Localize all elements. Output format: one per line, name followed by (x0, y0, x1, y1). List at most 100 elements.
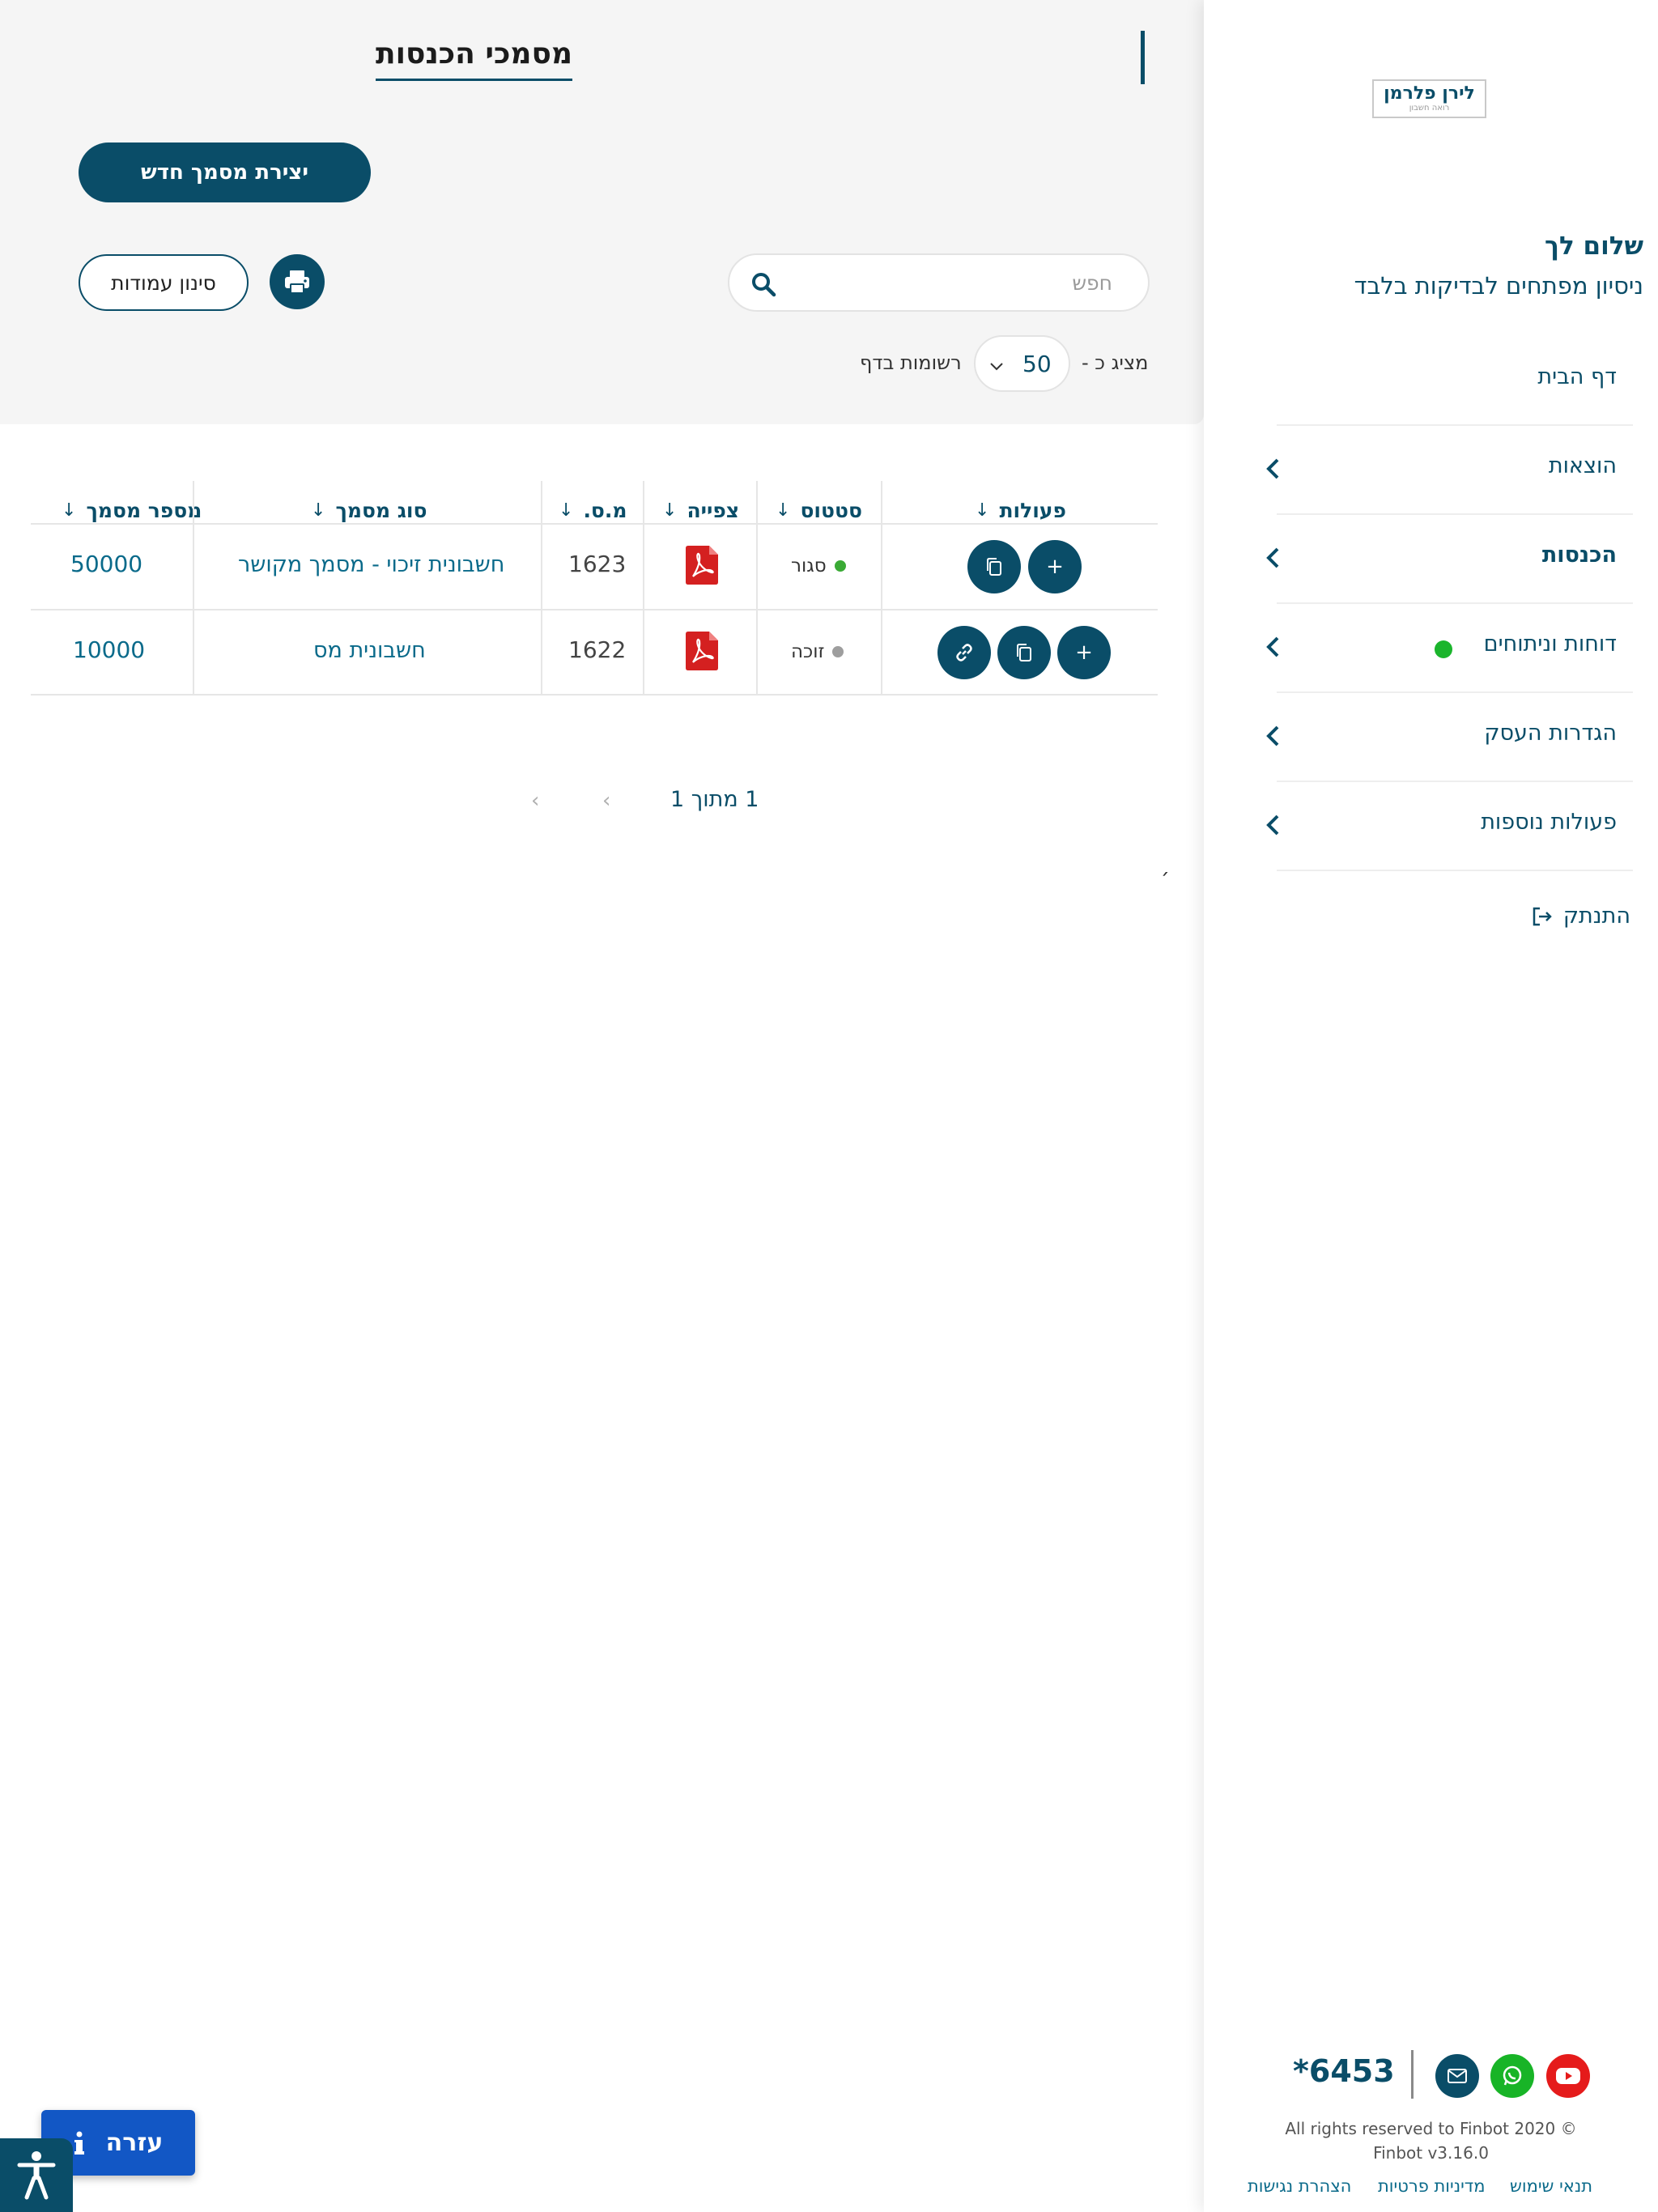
notification-dot (1435, 640, 1452, 658)
logout-icon (1533, 907, 1552, 925)
sort-arrow-icon: ↓ (776, 500, 791, 521)
search-icon (752, 273, 776, 297)
accessibility-statement-link[interactable]: הצהרת נגישות (1248, 2176, 1351, 2196)
add-button[interactable]: + (1057, 626, 1111, 679)
help-label: עזרה (105, 2129, 164, 2157)
copy-button[interactable] (997, 626, 1051, 679)
email-icon (1448, 2069, 1467, 2083)
sidebar: לירן פלרמן רואה חשבון שלום לך ניסיון מפת… (1204, 0, 1658, 2212)
search-input[interactable] (805, 266, 1112, 299)
copy-icon (1017, 644, 1031, 661)
header-doc-type-label: סוג מסמך (335, 498, 427, 522)
column-divider (643, 481, 644, 695)
column-divider (541, 481, 542, 695)
email-button[interactable] (1435, 2054, 1479, 2098)
copyright-line: All rights reserved to Finbot 2020 © (1285, 2119, 1577, 2138)
doc-number-link[interactable]: 50000 (70, 551, 142, 577)
pagination-last-icon[interactable]: ‹ (531, 789, 539, 813)
printer-icon (285, 270, 309, 294)
sidebar-item-home[interactable]: דף הבית (1277, 338, 1633, 426)
header-view[interactable]: צפייה ↓ (662, 494, 739, 526)
plus-icon: + (1046, 555, 1064, 579)
pagination-next-icon[interactable]: ‹ (602, 789, 610, 813)
header-doc-number[interactable]: מספר מסמך ↓ (62, 494, 202, 526)
youtube-icon (1556, 2068, 1580, 2084)
row-divider (31, 609, 1158, 610)
status-badge: זוכה (791, 641, 844, 662)
sidebar-item-label: פעולות נוספות (1481, 810, 1617, 835)
header-doc-number-label: מספר מסמך (86, 498, 202, 522)
chevron-left-icon (1266, 547, 1279, 568)
accessibility-button[interactable] (0, 2138, 73, 2212)
chevron-left-icon (1266, 815, 1279, 836)
ms-value: 1622 (568, 636, 627, 663)
whatsapp-button[interactable] (1490, 2054, 1534, 2098)
ms-value: 1623 (568, 551, 627, 577)
sort-arrow-icon: ↓ (662, 500, 678, 521)
accessibility-icon (17, 2150, 56, 2199)
sidebar-item-more-actions[interactable]: פעולות נוספות (1266, 784, 1633, 871)
link-icon (956, 644, 972, 661)
sort-arrow-icon: ↓ (975, 500, 990, 521)
stray-text: ׳ (1161, 865, 1170, 889)
header-actions-label: פעולות (999, 498, 1066, 522)
header-doc-type[interactable]: סוג מסמך ↓ (311, 494, 427, 526)
chevron-left-icon (1266, 458, 1279, 479)
sort-arrow-icon: ↓ (311, 500, 326, 521)
doc-number-link[interactable]: 10000 (73, 636, 145, 663)
sidebar-item-business-settings[interactable]: הגדרות העסק (1266, 695, 1633, 782)
logout-button[interactable]: התנתק (1531, 904, 1630, 929)
header-status[interactable]: סטטוס ↓ (776, 494, 862, 526)
chevron-left-icon (1266, 725, 1279, 747)
copy-button[interactable] (967, 540, 1021, 593)
search-field[interactable] (728, 253, 1150, 312)
pagesize-prefix-label: מציג כ - (1082, 351, 1149, 374)
header-divider (31, 523, 1158, 525)
youtube-button[interactable] (1546, 2054, 1590, 2098)
add-button[interactable]: + (1028, 540, 1082, 593)
pagesize-suffix-label: רשומות בדף (860, 351, 962, 374)
row-divider (31, 694, 1158, 696)
filter-columns-button[interactable]: סינון עמודות (79, 254, 249, 311)
pdf-icon[interactable] (686, 632, 718, 670)
sidebar-item-expenses[interactable]: הוצאות (1266, 428, 1633, 515)
sidebar-item-label: הכנסות (1541, 542, 1617, 568)
company-logo[interactable]: לירן פלרמן רואה חשבון (1372, 79, 1486, 118)
chevron-down-icon (990, 363, 1003, 371)
copyright-text: All rights reserved to Finbot 2020 © Fin… (1204, 2116, 1658, 2165)
header-ms[interactable]: מ.ס. ↓ (559, 494, 627, 526)
sidebar-item-label: הוצאות (1548, 453, 1617, 479)
account-name: ניסיון מפתחים לבדיקות בלבד (1354, 272, 1643, 300)
sidebar-item-reports[interactable]: דוחות וניתוחים (1266, 606, 1633, 693)
privacy-link[interactable]: מדיניות פרטיות (1378, 2176, 1486, 2196)
page-title: מסמכי הכנסות (376, 37, 572, 81)
logo-subtitle: רואה חשבון (1409, 104, 1450, 113)
status-label: זוכה (791, 641, 825, 662)
phone-number[interactable]: *6453 (1293, 2053, 1395, 2089)
status-badge: סגור (791, 555, 846, 576)
pdf-icon[interactable] (686, 546, 718, 585)
header-ms-label: מ.ס. (583, 498, 627, 522)
whatsapp-icon (1503, 2065, 1522, 2086)
pagination-status: 1 מתוך 1 (670, 787, 759, 812)
doc-type-link[interactable]: חשבונית זיכוי - מסמך מקושר (238, 552, 504, 577)
pagesize-select[interactable]: 50 (974, 335, 1070, 392)
copy-icon (987, 558, 1001, 576)
version-line: Finbot v3.16.0 (1373, 2143, 1489, 2163)
greeting: שלום לך (1545, 232, 1643, 261)
sort-arrow-icon: ↓ (62, 500, 77, 521)
sidebar-item-label: הגדרות העסק (1484, 721, 1617, 746)
terms-link[interactable]: תנאי שימוש (1510, 2176, 1592, 2196)
print-button[interactable] (270, 254, 325, 309)
main-content: מסמכי הכנסות יצירת מסמך חדש סינון עמודות… (0, 0, 1204, 2212)
column-divider (881, 481, 882, 695)
status-dot (834, 560, 846, 572)
doc-type-link[interactable]: חשבונית מס (313, 638, 426, 663)
create-document-button[interactable]: יצירת מסמך חדש (79, 143, 371, 202)
header-actions[interactable]: פעולות ↓ (975, 494, 1066, 526)
sidebar-item-income[interactable]: הכנסות (1266, 517, 1633, 604)
status-dot (832, 646, 844, 657)
header-view-label: צפייה (687, 498, 740, 522)
plus-icon: + (1075, 640, 1093, 665)
link-button[interactable] (937, 626, 991, 679)
